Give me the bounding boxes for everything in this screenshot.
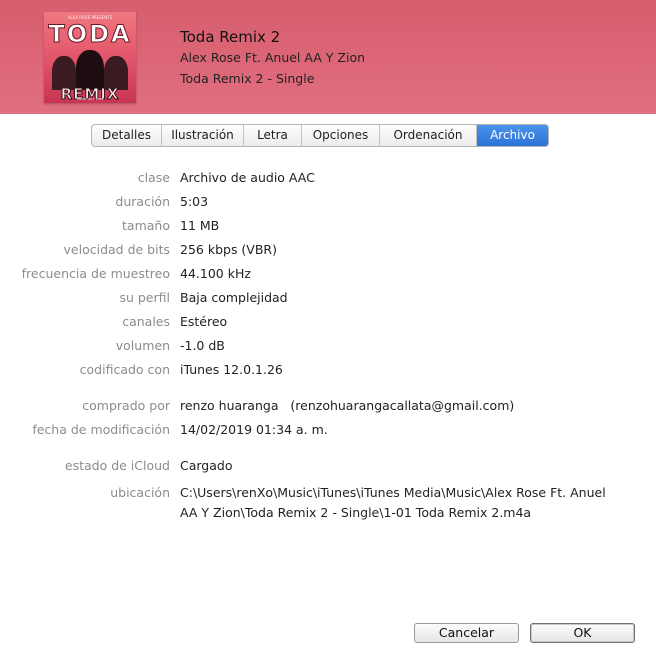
song-artist: Alex Rose Ft. Anuel AA Y Zion bbox=[180, 50, 366, 65]
info-label: codificado con bbox=[79, 362, 170, 377]
tab-detalles[interactable]: Detalles bbox=[92, 125, 162, 146]
info-value: -1.0 dB bbox=[180, 338, 225, 353]
location-path: C:\Users\renXo\Music\iTunes\iTunes Media… bbox=[180, 485, 606, 520]
info-value: 5:03 bbox=[180, 194, 209, 209]
info-value: 256 kbps (VBR) bbox=[180, 242, 277, 257]
info-label: fecha de modificación bbox=[32, 422, 170, 437]
tab-bar: Detalles Ilustración Letra Opciones Orde… bbox=[91, 124, 549, 147]
tab-letra[interactable]: Letra bbox=[244, 125, 302, 146]
info-label: frecuencia de muestreo bbox=[21, 266, 170, 281]
tab-opciones[interactable]: Opciones bbox=[302, 125, 380, 146]
info-label: comprado por bbox=[82, 398, 170, 413]
info-value: renzo huaranga (renzohuarangacallata@gma… bbox=[180, 398, 515, 413]
artwork-people-image bbox=[52, 48, 128, 90]
artwork-person-center bbox=[76, 50, 104, 90]
info-label: velocidad de bits bbox=[63, 242, 170, 257]
info-label: canales bbox=[122, 314, 170, 329]
info-value: Cargado bbox=[180, 458, 233, 473]
info-label: su perfil bbox=[119, 290, 170, 305]
artwork-title-text: TODA bbox=[48, 20, 132, 49]
info-label: volumen bbox=[115, 338, 170, 353]
info-value: iTunes 12.0.1.26 bbox=[180, 362, 283, 377]
info-label: duración bbox=[115, 194, 170, 209]
info-value: 14/02/2019 01:34 a. m. bbox=[180, 422, 328, 437]
tab-ilustracion[interactable]: Ilustración bbox=[162, 125, 244, 146]
album-artwork: ALEX ROSE PRESENTS TODA REMIX ANUEL AA Y… bbox=[44, 12, 136, 103]
ok-button[interactable]: OK bbox=[530, 623, 635, 643]
info-label: estado de iCloud bbox=[64, 458, 170, 473]
info-value: 11 MB bbox=[180, 218, 220, 233]
info-value: Estéreo bbox=[180, 314, 228, 329]
tab-ordenacion[interactable]: Ordenación bbox=[380, 125, 477, 146]
cancel-button[interactable]: Cancelar bbox=[414, 623, 519, 643]
song-album: Toda Remix 2 - Single bbox=[180, 71, 315, 86]
info-label: clase bbox=[137, 170, 170, 185]
song-title: Toda Remix 2 bbox=[180, 28, 281, 46]
track-header: ALEX ROSE PRESENTS TODA REMIX ANUEL AA Y… bbox=[0, 0, 656, 114]
info-value: Archivo de audio AAC bbox=[180, 170, 315, 185]
info-value: 44.100 kHz bbox=[180, 266, 251, 281]
tab-archivo[interactable]: Archivo bbox=[477, 125, 548, 146]
artwork-credit-text: ANUEL AA Y ZION bbox=[76, 97, 104, 101]
info-label: tamaño bbox=[122, 218, 170, 233]
info-value: Baja complejidad bbox=[180, 290, 288, 305]
info-label: ubicación bbox=[110, 485, 170, 500]
